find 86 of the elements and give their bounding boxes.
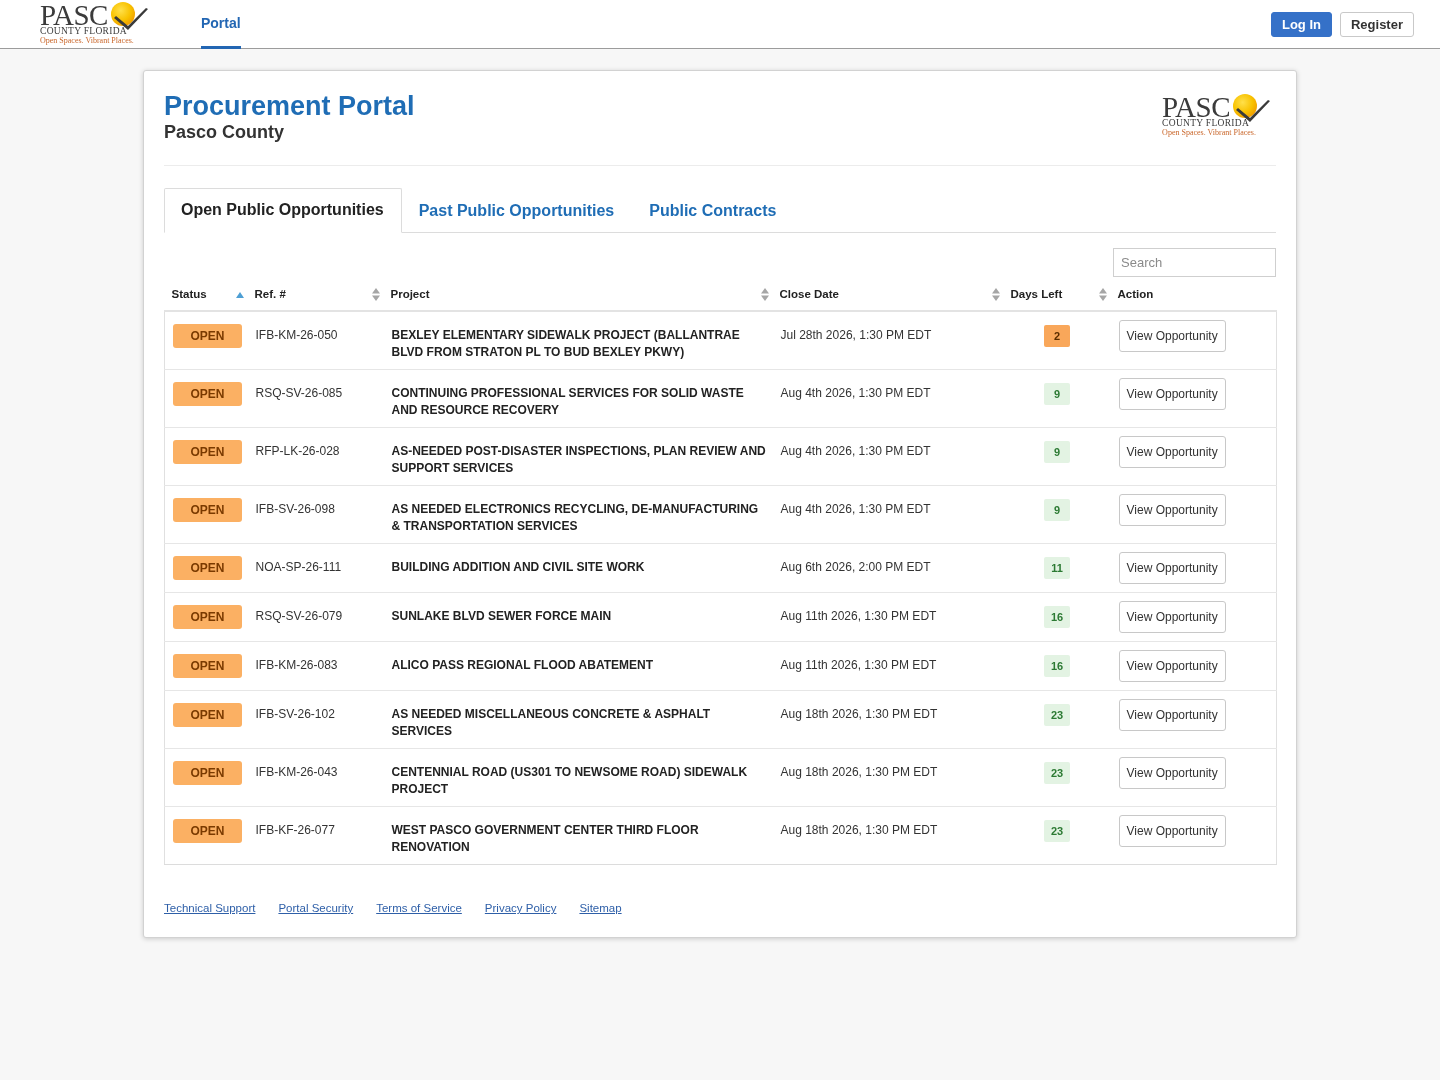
close-date: Aug 18th 2026, 1:30 PM EDT <box>780 764 938 782</box>
project-name: CONTINUING PROFESSIONAL SERVICES FOR SOLID WASTE AND RESOURCE RECOVERY <box>391 385 745 420</box>
reference-number: RFP-LK-26-028 <box>255 443 340 461</box>
close-date: Aug 11th 2026, 1:30 PM EDT <box>780 608 937 626</box>
footer-link[interactable]: Technical Support <box>164 900 256 918</box>
project-name: BEXLEY ELEMENTARY SIDEWALK PROJECT (BALLANTRAE BLVD FROM STRATON PL TO BUD BEXLEY PKWY) <box>391 327 741 362</box>
column-header[interactable]: Close Date <box>779 286 839 304</box>
reference-number: IFB-KM-26-083 <box>255 657 338 675</box>
status-badge: OPEN <box>173 324 242 349</box>
close-date: Jul 28th 2026, 1:30 PM EDT <box>780 327 932 345</box>
logo-tagline: Open Spaces. Vibrant Places. <box>1162 128 1256 137</box>
footer-link[interactable]: Portal Security <box>278 900 354 918</box>
login-button[interactable]: Log In <box>1270 11 1332 37</box>
view-opportunity-button[interactable]: View Opportunity <box>1118 815 1226 848</box>
view-opportunity-button[interactable]: View Opportunity <box>1118 494 1226 527</box>
project-name: AS NEEDED ELECTRONICS RECYCLING, DE-MANUFACTURING & TRANSPORTATION SERVICES <box>391 501 760 536</box>
days-left-badge: 9 <box>1044 441 1070 464</box>
page-subtitle: Pasco County <box>164 121 286 143</box>
close-date: Aug 18th 2026, 1:30 PM EDT <box>780 706 938 724</box>
view-opportunity-button[interactable]: View Opportunity <box>1118 378 1226 411</box>
days-left-badge: 2 <box>1044 325 1070 348</box>
close-date: Aug 4th 2026, 1:30 PM EDT <box>780 443 931 461</box>
footer-link[interactable]: Privacy Policy <box>484 900 557 918</box>
status-badge: OPEN <box>173 761 242 786</box>
project-name: WEST PASCO GOVERNMENT CENTER THIRD FLOOR RENOVATION <box>391 822 700 857</box>
status-badge: OPEN <box>173 819 242 844</box>
days-left-badge: 23 <box>1044 820 1070 843</box>
days-left-badge: 16 <box>1044 655 1070 678</box>
logo-wordmark: PASC <box>40 3 108 27</box>
close-date: Aug 4th 2026, 1:30 PM EDT <box>780 501 931 519</box>
tab[interactable]: Public Contracts <box>632 188 795 233</box>
footer-link[interactable]: Sitemap <box>579 900 622 918</box>
status-badge: OPEN <box>173 498 242 523</box>
project-name: AS NEEDED MISCELLANEOUS CONCRETE & ASPHALT SERVICES <box>391 706 712 741</box>
project-name: SUNLAKE BLVD SEWER FORCE MAIN <box>391 608 612 626</box>
reference-number: IFB-SV-26-098 <box>255 501 335 519</box>
status-badge: OPEN <box>173 605 242 630</box>
page-title: Procurement Portal <box>164 91 415 121</box>
days-left-badge: 23 <box>1044 762 1070 785</box>
close-date: Aug 11th 2026, 1:30 PM EDT <box>780 657 937 675</box>
close-date: Aug 6th 2026, 2:00 PM EDT <box>780 559 931 577</box>
close-date: Aug 18th 2026, 1:30 PM EDT <box>780 822 938 840</box>
footer-link[interactable]: Terms of Service <box>376 900 462 918</box>
column-header[interactable]: Days Left <box>1010 286 1063 304</box>
view-opportunity-button[interactable]: View Opportunity <box>1118 320 1226 353</box>
view-opportunity-button[interactable]: View Opportunity <box>1118 552 1226 585</box>
reference-number: NOA-SP-26-111 <box>255 559 342 577</box>
project-name: ALICO PASS REGIONAL FLOOD ABATEMENT <box>391 657 654 675</box>
column-header: Action <box>1117 287 1154 302</box>
project-name: AS-NEEDED POST-DISASTER INSPECTIONS, PLAN REVIEW AND SUPPORT SERVICES <box>391 443 767 478</box>
close-date: Aug 4th 2026, 1:30 PM EDT <box>780 385 931 403</box>
status-badge: OPEN <box>173 654 242 679</box>
view-opportunity-button[interactable]: View Opportunity <box>1118 650 1226 683</box>
project-name: BUILDING ADDITION AND CIVIL SITE WORK <box>391 559 645 577</box>
portal-nav-link[interactable]: Portal <box>200 0 241 49</box>
days-left-badge: 11 <box>1044 557 1070 580</box>
reference-number: RSQ-SV-26-085 <box>255 385 343 403</box>
reference-number: IFB-SV-26-102 <box>255 706 335 724</box>
column-header[interactable]: Ref. # <box>254 286 286 304</box>
reference-number: IFB-KM-26-043 <box>255 764 338 782</box>
reference-number: RSQ-SV-26-079 <box>255 608 343 626</box>
register-button[interactable]: Register <box>1339 11 1414 37</box>
tab[interactable]: Past Public Opportunities <box>401 188 633 233</box>
logo-subtitle: COUNTY FLORIDA <box>1162 118 1250 128</box>
search-field[interactable]: Search <box>1113 248 1276 277</box>
column-header[interactable]: Project <box>390 286 430 304</box>
project-name: CENTENNIAL ROAD (US301 TO NEWSOME ROAD) SIDEWALK PROJECT <box>391 764 749 799</box>
days-left-badge: 23 <box>1044 704 1070 727</box>
logo-wordmark: PASC <box>1162 95 1230 119</box>
status-badge: OPEN <box>173 440 242 465</box>
status-badge: OPEN <box>173 382 242 407</box>
view-opportunity-button[interactable]: View Opportunity <box>1118 699 1226 732</box>
view-opportunity-button[interactable]: View Opportunity <box>1118 436 1226 469</box>
reference-number: IFB-KM-26-050 <box>255 327 338 345</box>
logo-tagline: Open Spaces. Vibrant Places. <box>40 36 134 45</box>
tab[interactable]: Open Public Opportunities <box>164 188 402 233</box>
column-header[interactable]: Status <box>171 286 207 304</box>
view-opportunity-button[interactable]: View Opportunity <box>1118 757 1226 790</box>
status-badge: OPEN <box>173 556 242 581</box>
status-badge: OPEN <box>173 703 242 728</box>
view-opportunity-button[interactable]: View Opportunity <box>1118 601 1226 634</box>
days-left-badge: 9 <box>1044 499 1070 522</box>
days-left-badge: 9 <box>1044 383 1070 406</box>
reference-number: IFB-KF-26-077 <box>255 822 335 840</box>
logo-subtitle: COUNTY FLORIDA <box>40 26 127 36</box>
days-left-badge: 16 <box>1044 606 1070 629</box>
